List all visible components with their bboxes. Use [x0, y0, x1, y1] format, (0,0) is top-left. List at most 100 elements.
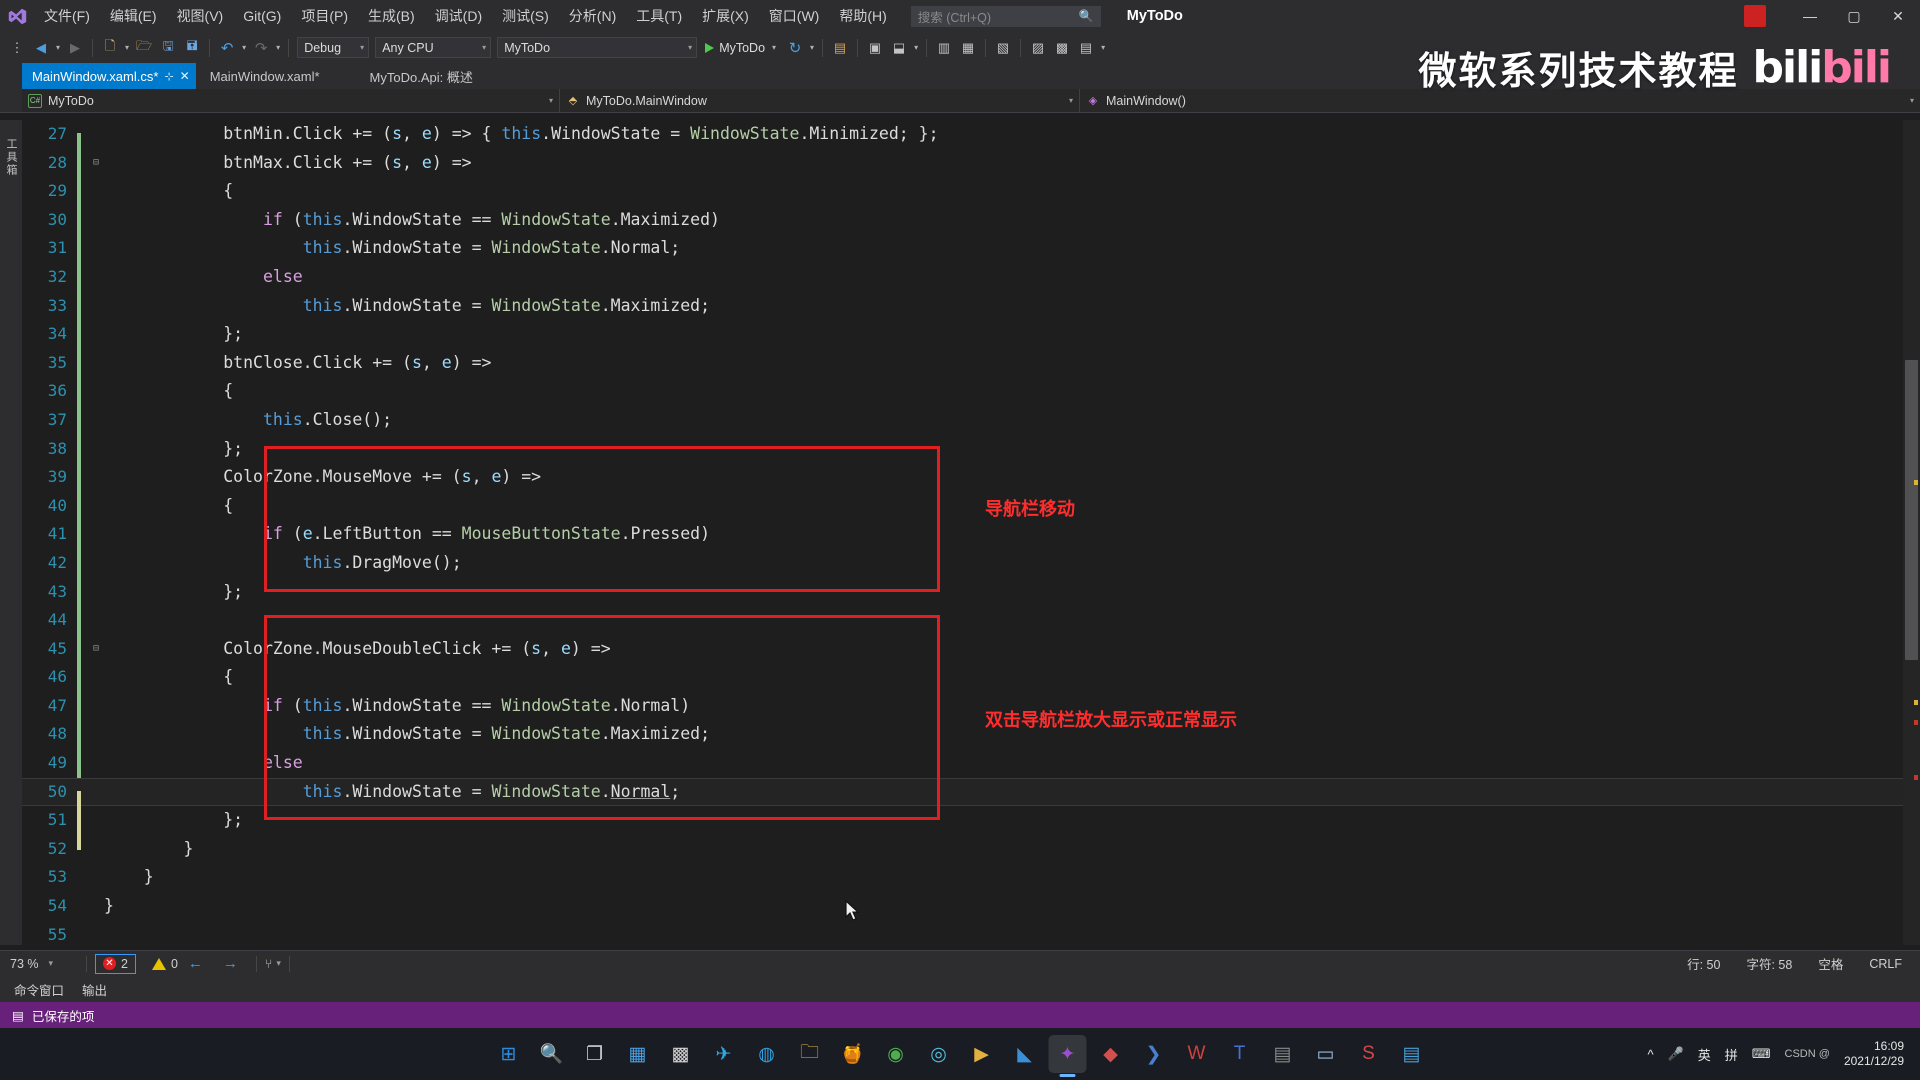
tab-mainwindow-xaml[interactable]: MainWindow.xaml*: [196, 63, 346, 89]
menu-debug[interactable]: 调试(D): [425, 3, 492, 29]
wps-icon[interactable]: W: [1178, 1035, 1216, 1073]
code-line[interactable]: 35 btnClose.Click += (s, e) =>: [22, 349, 1920, 378]
code-line[interactable]: 53 }: [22, 863, 1920, 892]
navigate-back-icon[interactable]: ◀: [30, 36, 52, 60]
minimize-button[interactable]: —: [1788, 0, 1832, 33]
select-element-icon[interactable]: ▣: [864, 36, 886, 60]
align-grid-icon[interactable]: ▦: [957, 36, 979, 60]
chrome-icon[interactable]: ◉: [877, 1035, 915, 1073]
char-indicator[interactable]: 字符: 58: [1746, 954, 1792, 973]
start-debugging-button[interactable]: MyToDo ▾: [701, 37, 782, 59]
search-taskbar-icon[interactable]: 🔍: [533, 1035, 571, 1073]
branch-caret-icon[interactable]: ▾: [276, 958, 281, 969]
code-line[interactable]: 45⊟ ColorZone.MouseDoubleClick += (s, e)…: [22, 635, 1920, 664]
hot-reload-caret-icon[interactable]: ▾: [808, 43, 816, 52]
code-line[interactable]: 28⊟ btnMax.Click += (s, e) =>: [22, 149, 1920, 178]
code-line[interactable]: 49 else: [22, 749, 1920, 778]
menu-build[interactable]: 生成(B): [358, 3, 425, 29]
member-dropdown[interactable]: ◈ MainWindow() ▾: [1080, 89, 1920, 112]
code-lines[interactable]: 27 btnMin.Click += (s, e) => { this.Wind…: [22, 120, 1920, 945]
potplayer-icon[interactable]: ▶: [963, 1035, 1001, 1073]
save-all-icon[interactable]: 🖬: [181, 36, 203, 60]
menu-test[interactable]: 测试(S): [492, 3, 559, 29]
code-line[interactable]: 55: [22, 921, 1920, 945]
telegram-icon[interactable]: ✈: [705, 1035, 743, 1073]
zoom-caret-icon[interactable]: ▾: [49, 958, 54, 969]
menu-extensions[interactable]: 扩展(X): [692, 3, 759, 29]
pin-icon[interactable]: ⊹: [164, 70, 173, 83]
configuration-dropdown[interactable]: Debug ▾: [297, 37, 369, 58]
menu-view[interactable]: 视图(V): [167, 3, 234, 29]
menu-edit[interactable]: 编辑(E): [100, 3, 167, 29]
undo-icon[interactable]: ↶: [216, 36, 238, 60]
microphone-icon[interactable]: 🎤: [1668, 1046, 1684, 1062]
start-button[interactable]: ⊞: [490, 1035, 528, 1073]
menu-window[interactable]: 窗口(W): [759, 3, 830, 29]
menu-help[interactable]: 帮助(H): [829, 3, 896, 29]
menu-git[interactable]: Git(G): [233, 3, 291, 29]
sphere-icon[interactable]: ◎: [920, 1035, 958, 1073]
panel-c-icon[interactable]: ▤: [1075, 36, 1097, 60]
code-line[interactable]: 29 {: [22, 177, 1920, 206]
edge-icon[interactable]: ◍: [748, 1035, 786, 1073]
code-line[interactable]: 38 };: [22, 435, 1920, 464]
open-file-icon[interactable]: 🗁: [133, 36, 155, 60]
indent-indicator[interactable]: 空格: [1818, 954, 1843, 973]
eol-indicator[interactable]: CRLF: [1869, 957, 1902, 971]
toggle-panel-icon[interactable]: ▧: [992, 36, 1014, 60]
fold-toggle[interactable]: ⊟: [88, 635, 104, 664]
startup-project-dropdown[interactable]: MyToDo ▾: [497, 37, 697, 58]
toolbox-dock[interactable]: 工具箱: [0, 120, 22, 945]
menu-file[interactable]: 文件(F): [34, 3, 100, 29]
error-count-badge[interactable]: ✕ 2: [95, 954, 136, 974]
ime-mode-indicator[interactable]: 拼: [1725, 1045, 1738, 1064]
keyboard-icon[interactable]: ⌨: [1752, 1046, 1771, 1062]
type-dropdown[interactable]: ⬘ MyToDo.MainWindow ▾: [560, 89, 1080, 112]
undo-caret-icon[interactable]: ▾: [240, 43, 248, 52]
new-item-caret-icon[interactable]: ▾: [123, 43, 131, 52]
code-line[interactable]: 40 {: [22, 492, 1920, 521]
ime-language-indicator[interactable]: 英: [1698, 1045, 1711, 1064]
menu-tools[interactable]: 工具(T): [626, 3, 692, 29]
redo-icon[interactable]: ↷: [250, 36, 272, 60]
platform-dropdown[interactable]: Any CPU ▾: [375, 37, 491, 58]
menu-analyze[interactable]: 分析(N): [559, 3, 626, 29]
code-line[interactable]: 50 this.WindowState = WindowState.Normal…: [22, 778, 1920, 807]
store-icon[interactable]: ▩: [662, 1035, 700, 1073]
code-line[interactable]: 41 if (e.LeftButton == MouseButtonState.…: [22, 520, 1920, 549]
code-line[interactable]: 47 if (this.WindowState == WindowState.N…: [22, 692, 1920, 721]
tab-mainwindow-xaml-cs[interactable]: MainWindow.xaml.cs* ⊹ ✕: [22, 63, 196, 89]
code-line[interactable]: 54}: [22, 892, 1920, 921]
layout-caret-icon[interactable]: ▾: [912, 43, 920, 52]
powershell-icon[interactable]: ❯: [1135, 1035, 1173, 1073]
navigate-forward-icon[interactable]: ▶: [64, 36, 86, 60]
navigate-next-button[interactable]: →: [213, 955, 248, 972]
code-line[interactable]: 51 };: [22, 806, 1920, 835]
tab-mytodo-api-overview[interactable]: MyToDo.Api: 概述: [346, 63, 487, 89]
code-line[interactable]: 33 this.WindowState = WindowState.Maximi…: [22, 292, 1920, 321]
panel-a-icon[interactable]: ▨: [1027, 36, 1049, 60]
layers-icon[interactable]: ▤: [1393, 1035, 1431, 1073]
scrollbar-thumb[interactable]: [1905, 360, 1918, 660]
warning-count-badge[interactable]: 0: [152, 957, 178, 971]
redo-caret-icon[interactable]: ▾: [274, 43, 282, 52]
gallery-icon[interactable]: ▤: [1264, 1035, 1302, 1073]
tray-chevron-icon[interactable]: ^: [1647, 1047, 1653, 1062]
align-left-icon[interactable]: ▥: [933, 36, 955, 60]
source-control-status[interactable]: ⑂ ▾: [265, 957, 281, 971]
vscode-icon[interactable]: ◣: [1006, 1035, 1044, 1073]
code-line[interactable]: 27 btnMin.Click += (s, e) => { this.Wind…: [22, 120, 1920, 149]
code-line[interactable]: 43 };: [22, 578, 1920, 607]
save-icon[interactable]: 🖫: [157, 36, 179, 60]
widgets-icon[interactable]: ▦: [619, 1035, 657, 1073]
menu-project[interactable]: 项目(P): [291, 3, 358, 29]
navigate-back-caret-icon[interactable]: ▾: [54, 43, 62, 52]
panel-caret-icon[interactable]: ▾: [1099, 43, 1107, 52]
navigate-prev-button[interactable]: ←: [178, 955, 213, 972]
search-input[interactable]: 搜索 (Ctrl+Q) 🔍: [911, 6, 1101, 27]
clock[interactable]: 16:09 2021/12/29: [1844, 1039, 1904, 1069]
word-icon[interactable]: T: [1221, 1035, 1259, 1073]
code-line[interactable]: 42 this.DragMove();: [22, 549, 1920, 578]
code-editor[interactable]: 工具箱 27 btnMin.Click += (s, e) => { this.…: [0, 120, 1920, 945]
run-caret-icon[interactable]: ▾: [770, 43, 778, 52]
